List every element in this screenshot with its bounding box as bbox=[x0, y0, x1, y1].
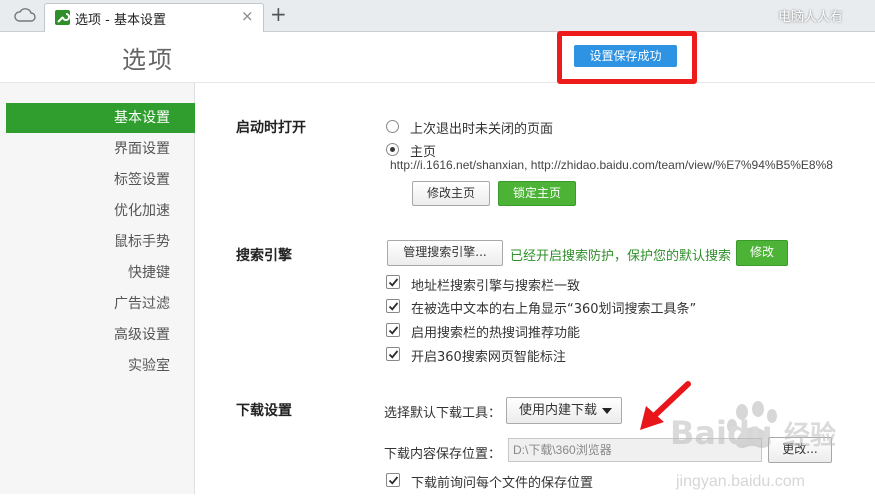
checkbox-smart-mark[interactable] bbox=[386, 347, 400, 361]
new-tab-button[interactable]: + bbox=[270, 4, 287, 24]
sidebar: 基本设置 界面设置 标签设置 优化加速 鼠标手势 快捷键 广告过滤 高级设置 实… bbox=[0, 83, 195, 494]
checkbox-hot-words[interactable] bbox=[386, 323, 400, 337]
checkbox-label: 下载前询问每个文件的保存位置 bbox=[411, 476, 594, 491]
save-success-toast: 设置保存成功 bbox=[574, 45, 677, 67]
download-tool-label: 选择默认下载工具： bbox=[384, 406, 502, 421]
radio-last-session[interactable] bbox=[386, 120, 399, 133]
lock-home-button[interactable]: 锁定主页 bbox=[498, 181, 576, 206]
download-tool-value: 使用内建下载 bbox=[519, 403, 598, 418]
sidebar-item-mouse-gestures[interactable]: 鼠标手势 bbox=[6, 227, 195, 257]
chevron-down-icon bbox=[602, 408, 612, 414]
sidebar-item-tabs[interactable]: 标签设置 bbox=[6, 165, 195, 195]
sidebar-item-optimize[interactable]: 优化加速 bbox=[6, 196, 195, 226]
baidu-paw-icon: Baidu 经验 jingyan.baidu.com bbox=[670, 401, 836, 490]
search-title: 搜索引擎 bbox=[236, 248, 292, 264]
startup-title: 启动时打开 bbox=[236, 120, 306, 136]
wrench-icon bbox=[55, 10, 70, 25]
watermark-text: 电脑人人有 bbox=[778, 10, 844, 25]
watermark-sub: 经验 bbox=[784, 420, 836, 451]
home-url: http://i.1616.net/shanxian, http://zhida… bbox=[390, 158, 833, 172]
sidebar-item-basic[interactable]: 基本设置 bbox=[6, 103, 195, 133]
tab-options[interactable]: 选项 - 基本设置 × bbox=[44, 3, 264, 32]
check-icon bbox=[388, 350, 399, 359]
download-path-label: 下载内容保存位置： bbox=[384, 447, 502, 462]
close-icon[interactable]: × bbox=[241, 7, 254, 25]
check-icon bbox=[388, 476, 399, 485]
tab-title: 选项 - 基本设置 bbox=[75, 13, 166, 28]
checkbox-label: 开启360搜索网页智能标注 bbox=[411, 350, 566, 365]
check-icon bbox=[388, 302, 399, 311]
cloud-icon[interactable] bbox=[14, 7, 36, 23]
check-icon bbox=[388, 326, 399, 335]
modify-search-button[interactable]: 修改 bbox=[736, 240, 788, 266]
modify-home-button[interactable]: 修改主页 bbox=[412, 181, 490, 206]
sidebar-item-advanced[interactable]: 高级设置 bbox=[6, 320, 195, 350]
sidebar-item-adblock[interactable]: 广告过滤 bbox=[6, 289, 195, 319]
manage-search-button[interactable]: 管理搜索引擎... bbox=[387, 240, 503, 266]
tab-bar: 选项 - 基本设置 × + 电脑人人有 bbox=[0, 0, 875, 32]
sidebar-item-interface[interactable]: 界面设置 bbox=[6, 134, 195, 164]
radio-last-session-label: 上次退出时未关闭的页面 bbox=[410, 122, 554, 137]
sidebar-item-lab[interactable]: 实验室 bbox=[6, 351, 195, 381]
download-title: 下载设置 bbox=[236, 403, 292, 419]
checkbox-addressbar-sync[interactable] bbox=[386, 275, 400, 289]
download-tool-select[interactable]: 使用内建下载 bbox=[506, 397, 622, 424]
checkbox-label: 在被选中文本的右上角显示“360划词搜索工具条” bbox=[411, 302, 697, 317]
baidu-watermark: Baidu 经验 jingyan.baidu.com bbox=[668, 398, 875, 494]
checkbox-label: 地址栏搜索引擎与搜索栏一致 bbox=[411, 279, 581, 294]
sidebar-item-shortcuts[interactable]: 快捷键 bbox=[6, 258, 195, 288]
watermark-url: jingyan.baidu.com bbox=[675, 473, 805, 490]
checkbox-ask-location[interactable] bbox=[386, 473, 400, 487]
watermark-brand: Baidu bbox=[670, 414, 773, 452]
radio-home[interactable] bbox=[386, 143, 399, 156]
checkbox-selection-toolbar[interactable] bbox=[386, 299, 400, 313]
check-icon bbox=[388, 278, 399, 287]
search-protect-text: 已经开启搜索防护，保护您的默认搜索 bbox=[510, 249, 732, 264]
checkbox-label: 启用搜索栏的热搜词推荐功能 bbox=[411, 326, 581, 341]
page-title: 选项 bbox=[122, 46, 174, 74]
